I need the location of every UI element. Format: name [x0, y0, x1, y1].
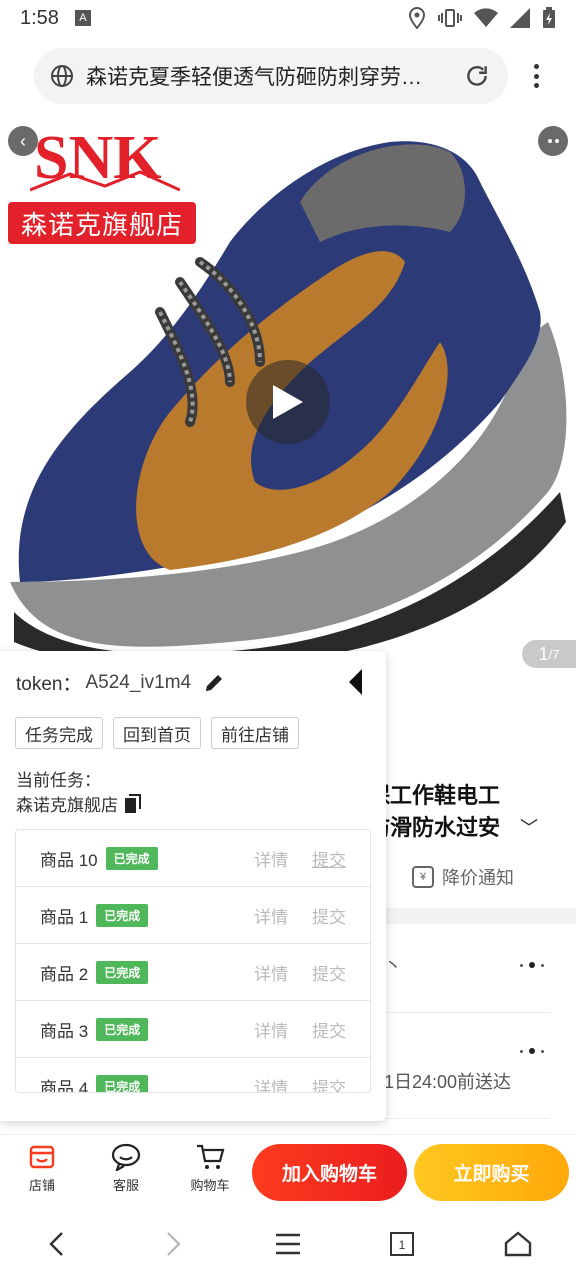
section-gap [368, 908, 576, 924]
product-title: 保工作鞋电工 防滑防水过安 [368, 783, 501, 840]
copy-icon[interactable] [124, 793, 142, 814]
detail-link[interactable]: 详情 [254, 846, 288, 871]
add-to-cart-button[interactable]: 加入购物车 [252, 1144, 407, 1201]
status-time: 1:58 [20, 6, 59, 29]
store-tab[interactable]: 店铺 [12, 1143, 72, 1194]
submit-link[interactable]: 提交 [312, 1074, 346, 1093]
home-nav-icon[interactable] [498, 1228, 538, 1260]
play-video-icon[interactable] [246, 360, 330, 444]
tabs-nav-icon[interactable]: 1 [382, 1228, 422, 1260]
current-task: 森诺克旗舰店 [16, 791, 142, 816]
current-task-label: 当前任务： [16, 771, 101, 790]
location-icon [408, 7, 426, 29]
status-badge: 已完成 [96, 1074, 149, 1092]
task-list[interactable]: 商品 10 已完成 详情 提交 商品 1 已完成 详情 提交 商品 2 已完成 … [15, 829, 371, 1093]
store-banner: 森诺克旗舰店 [8, 202, 196, 244]
store-icon [29, 1145, 55, 1169]
submit-link[interactable]: 提交 [312, 846, 346, 871]
expand-title-chevron-icon[interactable]: ﹀ [520, 814, 538, 840]
back-icon[interactable]: ‹ [8, 126, 38, 156]
service-tab[interactable]: 客服 [96, 1143, 156, 1194]
back-nav-icon[interactable] [36, 1228, 76, 1260]
token-label: token： [16, 674, 82, 695]
action-bar: 店铺 客服 购物车 加入购物车 立即购买 [0, 1134, 576, 1208]
token-row: token： A524_iv1m4 [16, 669, 225, 696]
menu-nav-icon[interactable] [268, 1228, 308, 1260]
task-complete-button[interactable]: 任务完成 [15, 717, 103, 749]
info-more-icon[interactable] [520, 1048, 544, 1054]
divider [384, 1012, 550, 1013]
detail-link[interactable]: 详情 [254, 1074, 288, 1093]
price-tag-icon: ¥ [412, 866, 434, 888]
status-badge: 已完成 [96, 960, 149, 984]
list-item[interactable]: 商品 2 已完成 详情 提交 [16, 944, 370, 1001]
list-item[interactable]: 商品 10 已完成 详情 提交 [16, 830, 370, 887]
image-counter: 1/7 [522, 640, 576, 668]
status-badge: 已完成 [96, 1017, 149, 1041]
snk-logo: SNK [30, 124, 180, 192]
vibrate-icon [438, 9, 462, 27]
list-item[interactable]: 商品 1 已完成 详情 提交 [16, 887, 370, 944]
signal-icon [510, 8, 530, 28]
detail-link[interactable]: 详情 [254, 1017, 288, 1042]
submit-link[interactable]: 提交 [312, 903, 346, 928]
svg-text:1: 1 [399, 1238, 406, 1252]
back-home-button[interactable]: 回到首页 [113, 717, 201, 749]
system-nav-bar: 1 [0, 1208, 576, 1280]
chevron-icon: 丶 [384, 956, 402, 976]
battery-icon [543, 7, 555, 28]
globe-icon [51, 65, 73, 87]
detail-link[interactable]: 详情 [254, 903, 288, 928]
submit-link[interactable]: 提交 [312, 1017, 346, 1042]
price-notify-button[interactable]: ¥ 降价通知 [412, 864, 514, 890]
go-store-button[interactable]: 前往店铺 [211, 717, 299, 749]
task-panel: token： A524_iv1m4 任务完成 回到首页 前往店铺 当前任务： 森… [0, 651, 386, 1121]
chat-icon [111, 1143, 141, 1171]
list-item[interactable]: 商品 4 已完成 详情 提交 [16, 1058, 370, 1093]
token-value: A524_iv1m4 [85, 671, 192, 693]
status-badge: 已完成 [105, 846, 158, 870]
current-task-value: 森诺克旗舰店 [16, 796, 118, 815]
submit-link[interactable]: 提交 [312, 960, 346, 985]
pencil-icon[interactable] [203, 672, 225, 694]
collapse-panel-icon[interactable] [346, 667, 366, 697]
buy-now-button[interactable]: 立即购买 [414, 1144, 569, 1201]
delivery-info: 1日24:00前送达 [384, 1072, 512, 1092]
status-badge: 已完成 [96, 903, 149, 927]
status-icons [408, 7, 556, 29]
divider [384, 1118, 550, 1119]
cart-icon [197, 1144, 225, 1169]
list-item[interactable]: 商品 3 已完成 详情 提交 [16, 1001, 370, 1058]
detail-link[interactable]: 详情 [254, 960, 288, 985]
info-more-icon[interactable] [520, 962, 544, 968]
browser-menu-icon[interactable] [524, 60, 548, 92]
cart-tab[interactable]: 购物车 [180, 1143, 240, 1194]
address-bar[interactable]: 森诺克夏季轻便透气防砸防刺穿劳… [34, 48, 508, 104]
page-title-url[interactable]: 森诺克夏季轻便透气防砸防刺穿劳… [86, 61, 452, 91]
panel-actions: 任务完成 回到首页 前往店铺 [15, 717, 299, 749]
more-icon[interactable] [538, 126, 568, 156]
forward-nav-icon[interactable] [154, 1228, 194, 1260]
notification-a-icon: A [74, 10, 91, 26]
reload-icon[interactable] [464, 63, 490, 89]
wifi-icon [474, 8, 498, 27]
product-image-carousel[interactable]: SNK 森诺克旗舰店 ‹ 1/7 [0, 112, 576, 672]
status-bar: 1:58 A [0, 0, 576, 36]
